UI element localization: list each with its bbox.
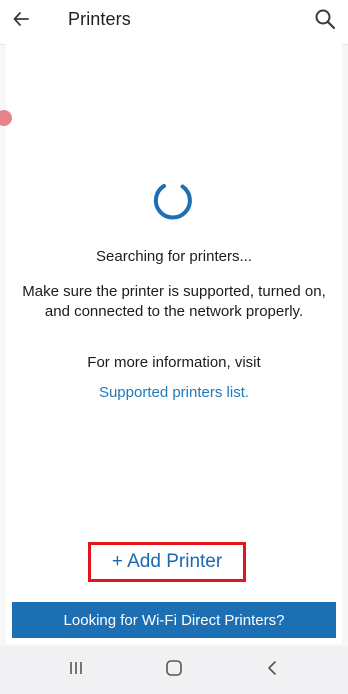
instructions-text: Make sure the printer is supported, turn… (22, 283, 326, 320)
screen: Printers Searching for printers... Make … (0, 0, 348, 694)
recent-apps-icon (67, 659, 85, 682)
nav-back-button[interactable] (260, 658, 284, 682)
printer-search-panel: Searching for printers... Make sure the … (0, 44, 342, 644)
more-info-text: For more information, visit (87, 354, 261, 371)
add-printer-button[interactable]: + Add Printer (88, 542, 246, 582)
system-nav-bar (0, 646, 348, 694)
arrow-left-icon (12, 10, 30, 33)
search-button[interactable] (308, 4, 342, 38)
page-title: Printers (68, 9, 131, 29)
back-chevron-icon (263, 659, 281, 682)
notification-dot (0, 110, 12, 126)
loading-spinner-icon (150, 178, 196, 224)
search-status-text: Searching for printers... (96, 248, 252, 265)
app-bar: Printers (0, 0, 348, 45)
home-button[interactable] (162, 658, 186, 682)
home-icon (164, 658, 184, 683)
wifi-direct-printers-button[interactable]: Looking for Wi-Fi Direct Printers? (12, 602, 336, 638)
back-button[interactable] (4, 4, 38, 38)
recent-apps-button[interactable] (64, 658, 88, 682)
supported-printers-link[interactable]: Supported printers list. (6, 384, 342, 401)
search-icon (314, 8, 336, 35)
